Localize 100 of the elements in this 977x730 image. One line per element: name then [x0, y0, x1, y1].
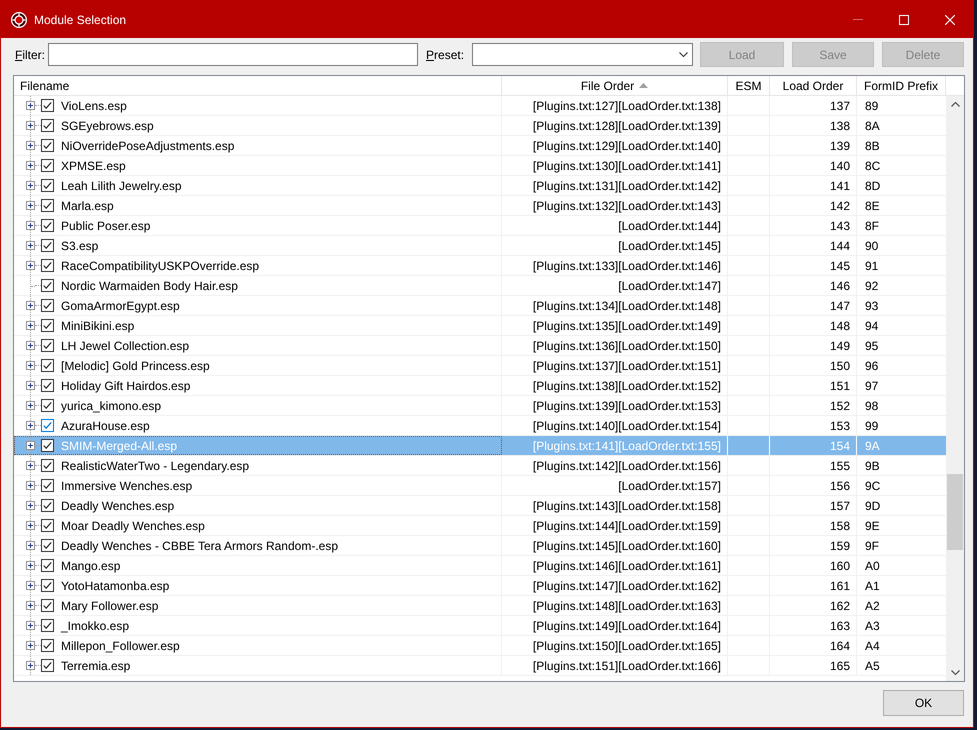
checkbox[interactable] [41, 239, 54, 252]
table-row[interactable]: [Melodic] Gold Princess.esp [Plugins.txt:137][LoadOrder.txt:151] 150 96 [14, 356, 946, 376]
expand-plus-icon[interactable] [26, 641, 35, 650]
expand-plus-icon[interactable] [26, 461, 35, 470]
table-row[interactable]: RealisticWaterTwo - Legendary.esp [Plugins.txt:142][LoadOrder.txt:156] 155 9B [14, 456, 946, 476]
checkbox[interactable] [41, 399, 54, 412]
scrollbar-thumb[interactable] [947, 474, 963, 550]
checkbox[interactable] [41, 579, 54, 592]
expand-plus-icon[interactable] [26, 481, 35, 490]
table-row[interactable]: _Imokko.esp [Plugins.txt:149][LoadOrder.txt:164] 163 A3 [14, 616, 946, 636]
expand-plus-icon[interactable] [26, 141, 35, 150]
checkbox[interactable] [41, 119, 54, 132]
expand-plus-icon[interactable] [26, 561, 35, 570]
table-row[interactable]: SGEyebrows.esp [Plugins.txt:128][LoadOrder.txt:139] 138 8A [14, 116, 946, 136]
table-row[interactable]: Immersive Wenches.esp [LoadOrder.txt:157] 156 9C [14, 476, 946, 496]
window-title: Module Selection [34, 12, 126, 28]
table-row[interactable]: Nordic Warmaiden Body Hair.esp [LoadOrder.txt:147] 146 92 [14, 276, 946, 296]
expand-plus-icon[interactable] [26, 541, 35, 550]
column-header[interactable]: Filename [14, 76, 502, 95]
preset-dropdown[interactable] [472, 43, 694, 66]
column-header[interactable]: ESM [728, 76, 770, 95]
expand-plus-icon[interactable] [26, 441, 35, 450]
checkbox[interactable] [41, 599, 54, 612]
table-row[interactable]: Millepon_Follower.esp [Plugins.txt:150][LoadOrder.txt:165] 164 A4 [14, 636, 946, 656]
checkbox[interactable] [41, 219, 54, 232]
table-row[interactable]: Deadly Wenches.esp [Plugins.txt:143][LoadOrder.txt:158] 157 9D [14, 496, 946, 516]
table-row[interactable]: yurica_kimono.esp [Plugins.txt:139][LoadOrder.txt:153] 152 98 [14, 396, 946, 416]
table-row[interactable]: VioLens.esp [Plugins.txt:127][LoadOrder.txt:138] 137 89 [14, 96, 946, 116]
checkbox[interactable] [41, 159, 54, 172]
expand-plus-icon[interactable] [26, 201, 35, 210]
table-row[interactable]: S3.esp [LoadOrder.txt:145] 144 90 [14, 236, 946, 256]
expand-plus-icon[interactable] [26, 521, 35, 530]
checkbox[interactable] [41, 379, 54, 392]
checkbox[interactable] [41, 359, 54, 372]
expand-plus-icon[interactable] [26, 661, 35, 670]
checkbox[interactable] [41, 499, 54, 512]
expand-plus-icon[interactable] [26, 301, 35, 310]
column-header[interactable]: File Order [502, 76, 728, 95]
checkbox[interactable] [41, 619, 54, 632]
table-row[interactable]: Mary Follower.esp [Plugins.txt:148][LoadOrder.txt:163] 162 A2 [14, 596, 946, 616]
table-row[interactable]: GomaArmorEgypt.esp [Plugins.txt:134][LoadOrder.txt:148] 147 93 [14, 296, 946, 316]
checkbox[interactable] [41, 299, 54, 312]
table-row[interactable]: MiniBikini.esp [Plugins.txt:135][LoadOrder.txt:149] 148 94 [14, 316, 946, 336]
table-row[interactable]: Holiday Gift Hairdos.esp [Plugins.txt:138][LoadOrder.txt:152] 151 97 [14, 376, 946, 396]
expand-plus-icon[interactable] [26, 101, 35, 110]
expand-plus-icon[interactable] [26, 401, 35, 410]
table-row[interactable]: YotoHatamonba.esp [Plugins.txt:147][LoadOrder.txt:162] 161 A1 [14, 576, 946, 596]
filter-field[interactable] [48, 43, 418, 66]
expand-plus-icon[interactable] [26, 421, 35, 430]
checkbox[interactable] [41, 199, 54, 212]
load-order-cell: 152 [770, 396, 857, 415]
table-row[interactable]: Terremia.esp [Plugins.txt:151][LoadOrder.txt:166] 165 A5 [14, 656, 946, 676]
column-header[interactable]: FormID Prefix [857, 76, 946, 95]
checkbox[interactable] [41, 559, 54, 572]
checkbox[interactable] [41, 319, 54, 332]
checkbox[interactable] [41, 519, 54, 532]
expand-plus-icon[interactable] [26, 221, 35, 230]
expand-plus-icon[interactable] [26, 161, 35, 170]
checkbox[interactable] [41, 439, 54, 452]
table-row[interactable]: Deadly Wenches - CBBE Tera Armors Random-.esp [Plugins.txt:145][LoadOrder.txt:160] 159 9F [14, 536, 946, 556]
expand-plus-icon[interactable] [26, 261, 35, 270]
ok-button[interactable]: OK [883, 690, 964, 716]
expand-plus-icon[interactable] [26, 121, 35, 130]
checkbox[interactable] [41, 459, 54, 472]
table-row[interactable]: RaceCompatibilityUSKPOverride.esp [Plugins.txt:133][LoadOrder.txt:146] 145 91 [14, 256, 946, 276]
expand-plus-icon[interactable] [26, 581, 35, 590]
expand-plus-icon[interactable] [26, 621, 35, 630]
chevron-down-icon [679, 52, 688, 57]
checkbox[interactable] [41, 139, 54, 152]
checkbox[interactable] [41, 339, 54, 352]
formid-prefix-cell-text: 98 [864, 398, 880, 414]
checkbox[interactable] [41, 179, 54, 192]
table-row[interactable]: Moar Deadly Wenches.esp [Plugins.txt:144][LoadOrder.txt:159] 158 9E [14, 516, 946, 536]
expand-plus-icon[interactable] [26, 601, 35, 610]
column-header[interactable]: Load Order [770, 76, 857, 95]
expand-plus-icon[interactable] [26, 501, 35, 510]
table-row[interactable]: Marla.esp [Plugins.txt:132][LoadOrder.txt:143] 142 8E [14, 196, 946, 216]
table-row[interactable]: LH Jewel Collection.esp [Plugins.txt:136][LoadOrder.txt:150] 149 95 [14, 336, 946, 356]
checkbox[interactable] [41, 639, 54, 652]
expand-plus-icon[interactable] [26, 321, 35, 330]
checkbox[interactable] [41, 539, 54, 552]
formid-prefix-cell-text: A3 [864, 618, 881, 634]
table-row[interactable]: Leah Lilith Jewelry.esp [Plugins.txt:131][LoadOrder.txt:142] 141 8D [14, 176, 946, 196]
table-row[interactable]: NiOverridePoseAdjustments.esp [Plugins.txt:129][LoadOrder.txt:140] 139 8B [14, 136, 946, 156]
checkbox[interactable] [41, 259, 54, 272]
load-order-cell: 153 [770, 416, 857, 435]
expand-plus-icon[interactable] [26, 361, 35, 370]
checkbox[interactable] [41, 659, 54, 672]
expand-plus-icon[interactable] [26, 381, 35, 390]
table-row[interactable]: AzuraHouse.esp [Plugins.txt:140][LoadOrder.txt:154] 153 99 [14, 416, 946, 436]
checkbox[interactable] [41, 279, 54, 292]
expand-plus-icon[interactable] [26, 341, 35, 350]
expand-plus-icon[interactable] [26, 181, 35, 190]
table-row[interactable]: XPMSE.esp [Plugins.txt:130][LoadOrder.txt:141] 140 8C [14, 156, 946, 176]
expand-plus-icon[interactable] [26, 241, 35, 250]
checkbox[interactable] [41, 419, 54, 432]
table-row[interactable]: Public Poser.esp [LoadOrder.txt:144] 143 8F [14, 216, 946, 236]
table-row[interactable]: Mango.esp [Plugins.txt:146][LoadOrder.txt:161] 160 A0 [14, 556, 946, 576]
checkbox[interactable] [41, 99, 54, 112]
checkbox[interactable] [41, 479, 54, 492]
